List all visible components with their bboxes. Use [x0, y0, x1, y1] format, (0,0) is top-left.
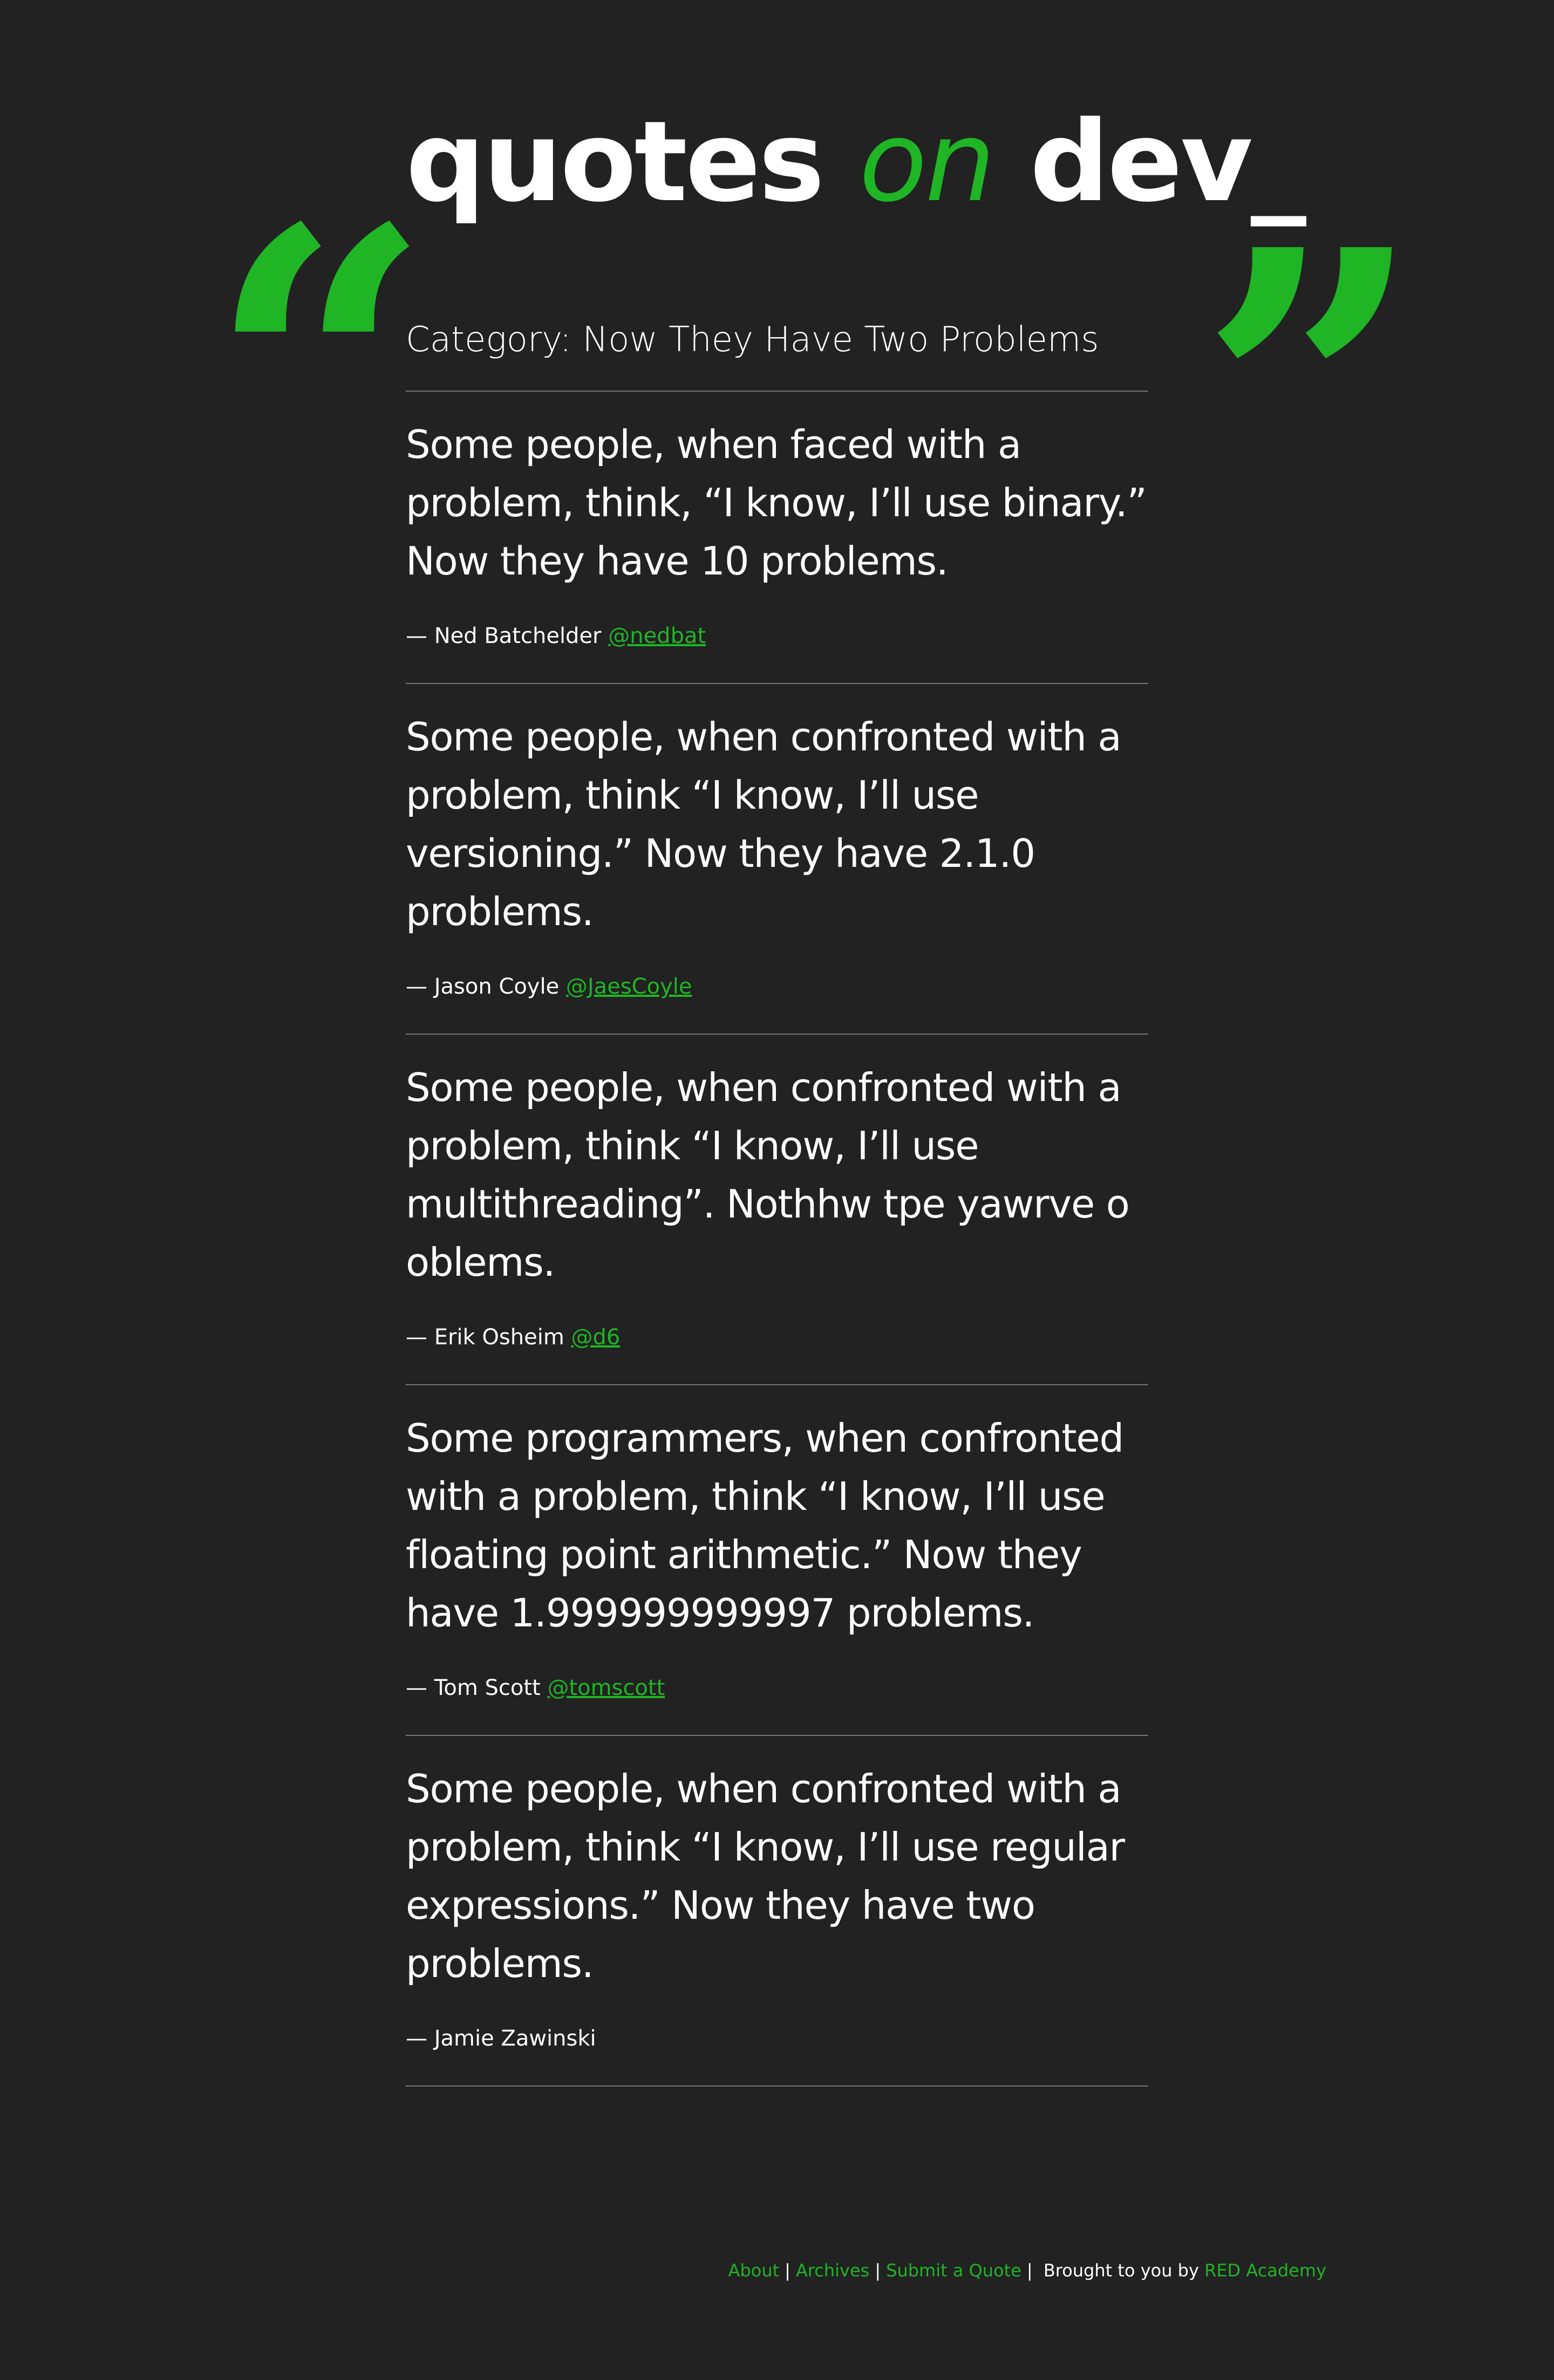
close-quote-icon: ” — [1199, 166, 1423, 622]
main-content: Category: Now They Have Two Problems Som… — [406, 313, 1148, 2087]
quote-text: Some people, when faced with a problem, … — [406, 422, 1147, 584]
footer-link-archives[interactable]: Archives — [796, 2260, 869, 2281]
quote-text: Some programmers, when confronted with a… — [406, 1415, 1124, 1636]
footer-separator: | — [875, 2260, 881, 2281]
site-logo[interactable]: quotes on dev_ — [406, 97, 1306, 227]
quote-author: — Tom Scott — [406, 1675, 541, 1700]
quote-entry: Some people, when confronted with a prob… — [406, 1035, 1148, 1385]
quote-attribution: — Jason Coyle @JaesCoyle — [406, 972, 1148, 1001]
footer-link-about[interactable]: About — [728, 2260, 780, 2281]
author-twitter-link[interactable]: @JaesCoyle — [566, 974, 692, 999]
quote-text: Some people, when confronted with a prob… — [406, 1065, 1130, 1285]
page: quotes on dev_ “ ” Category: Now They Ha… — [0, 0, 1554, 2380]
author-twitter-link[interactable]: @nedbat — [608, 624, 706, 648]
category-title: Category: Now They Have Two Problems — [406, 313, 1148, 392]
quote-author: — Jason Coyle — [406, 974, 560, 999]
author-twitter-link[interactable]: @tomscott — [547, 1675, 665, 1700]
author-twitter-link[interactable]: @d6 — [571, 1325, 621, 1350]
quote-text: Some people, when confronted with a prob… — [406, 714, 1122, 934]
quote-author: — Erik Osheim — [406, 1325, 564, 1350]
footer-separator: | — [1026, 2260, 1033, 2281]
quote-entry: Some people, when confronted with a prob… — [406, 684, 1148, 1035]
footer-credit-text: Brought to you by — [1043, 2260, 1205, 2281]
quote-attribution: — Erik Osheim @d6 — [406, 1323, 1148, 1352]
quote-entry: Some people, when faced with a problem, … — [406, 392, 1148, 684]
quote-attribution: — Ned Batchelder @nedbat — [406, 621, 1148, 651]
quote-attribution: — Jamie Zawinski — [406, 2024, 1148, 2053]
footer-separator: | — [785, 2260, 790, 2281]
footer-link-red-academy[interactable]: RED Academy — [1204, 2260, 1326, 2281]
quote-attribution: — Tom Scott @tomscott — [406, 1673, 1148, 1702]
footer-link-submit-quote[interactable]: Submit a Quote — [886, 2260, 1021, 2281]
quote-text: Some people, when confronted with a prob… — [406, 1766, 1125, 1986]
quote-entry: Some programmers, when confronted with a… — [406, 1385, 1148, 1736]
logo-text-on: on — [859, 97, 996, 227]
quote-author: — Ned Batchelder — [406, 624, 602, 648]
quote-entry: Some people, when confronted with a prob… — [406, 1736, 1148, 2087]
quote-author: — Jamie Zawinski — [406, 2026, 596, 2051]
logo-text-quotes: quotes — [406, 97, 860, 227]
open-quote-icon: “ — [208, 144, 432, 600]
site-footer: About | Archives | Submit a Quote | Brought t… — [728, 2257, 1326, 2284]
